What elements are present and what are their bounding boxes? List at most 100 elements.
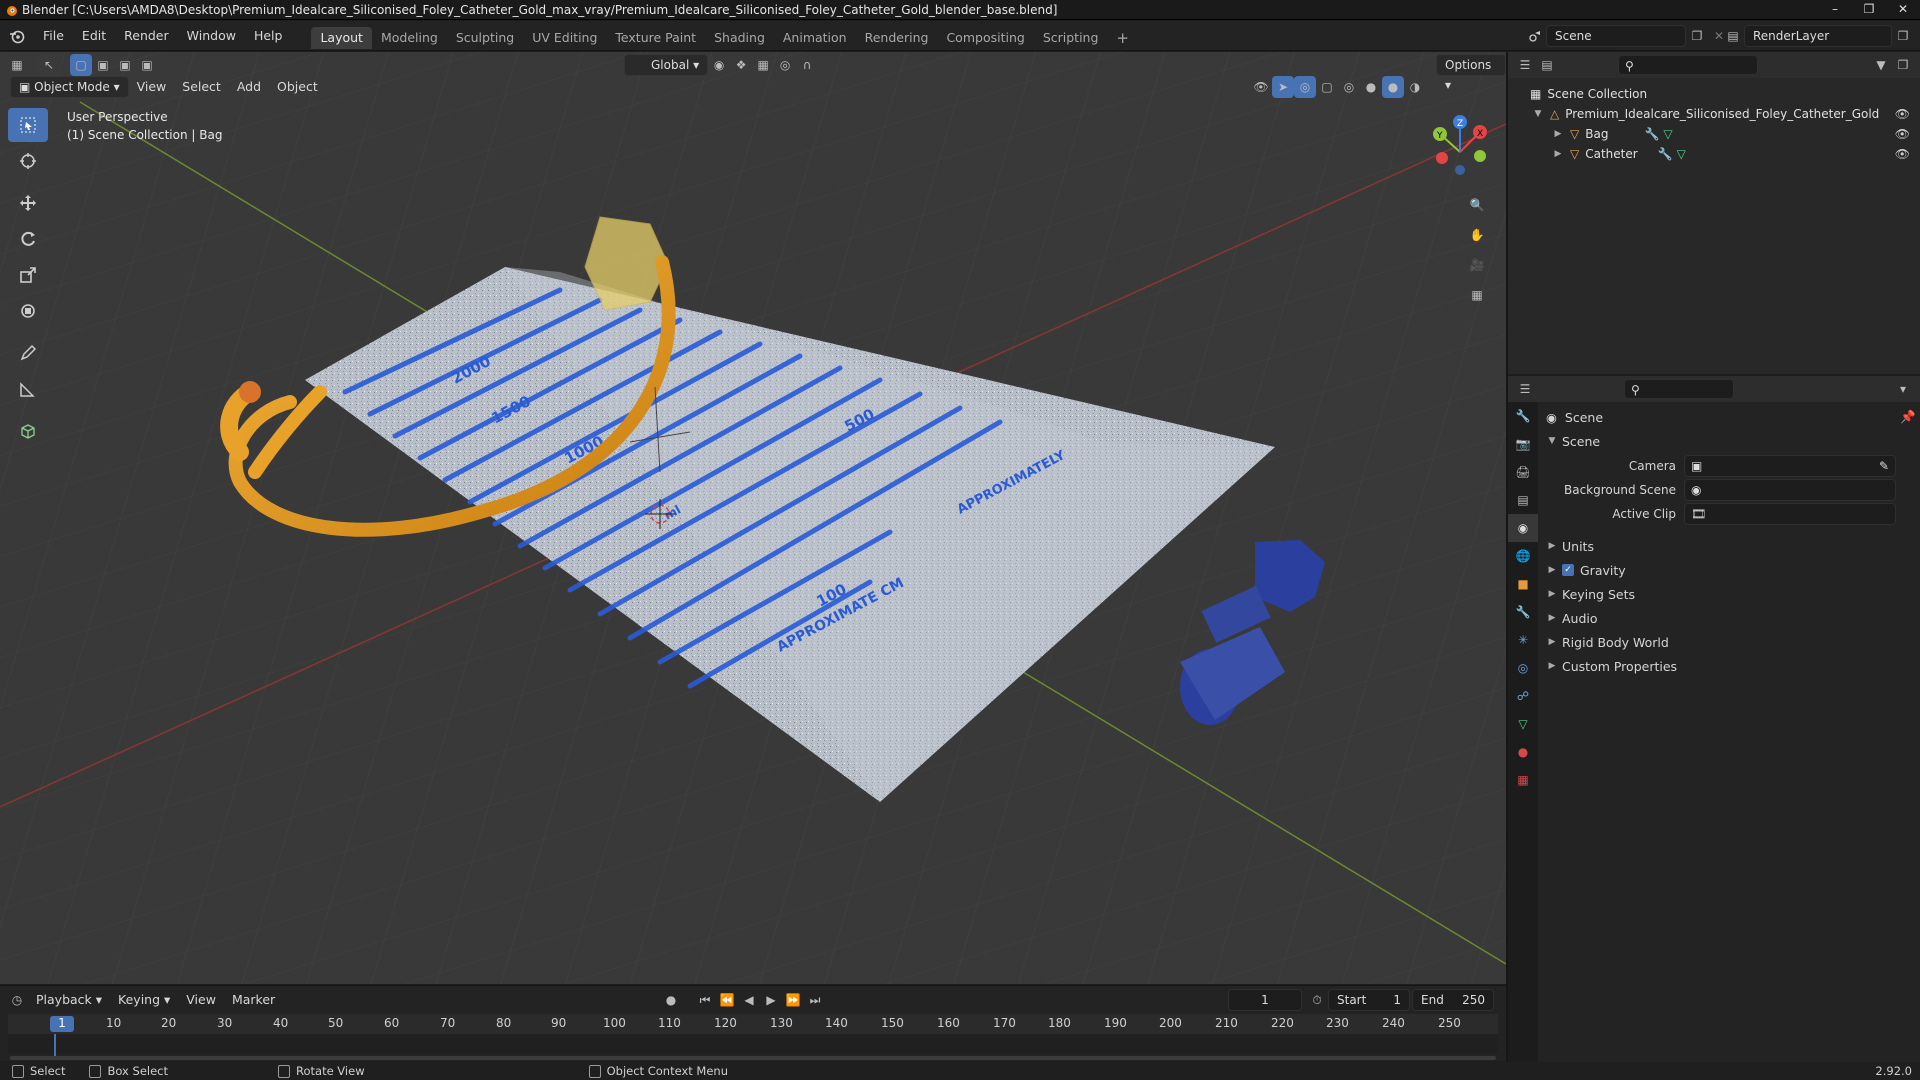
- add-workspace-icon[interactable]: +: [1107, 27, 1138, 49]
- tab-animation[interactable]: Animation: [774, 27, 856, 49]
- audio-panel[interactable]: ▶ Audio: [1546, 607, 1916, 629]
- scale-tool-icon[interactable]: [8, 258, 48, 292]
- render-tab-icon[interactable]: 📷: [1508, 430, 1538, 458]
- navigation-gizmo[interactable]: X Y Z: [1420, 112, 1500, 192]
- physics-tab-icon[interactable]: ◎: [1508, 654, 1538, 682]
- visibility-eye-icon[interactable]: 👁: [1895, 127, 1910, 141]
- tab-uv-editing[interactable]: UV Editing: [523, 27, 606, 49]
- viewport-menu-select[interactable]: Select: [174, 74, 229, 100]
- visibility-eye-icon[interactable]: 👁: [1895, 147, 1910, 161]
- renderlayer-field[interactable]: RenderLayer: [1744, 25, 1892, 47]
- tab-rendering[interactable]: Rendering: [856, 27, 938, 49]
- expand-down-icon[interactable]: ▼: [1532, 109, 1544, 119]
- menu-help[interactable]: Help: [245, 21, 292, 51]
- 3d-viewport[interactable]: 2000 1500 1000 500 100 APPROXIMATE CM AP…: [0, 52, 1506, 984]
- viewport-menu-view[interactable]: View: [129, 74, 175, 100]
- select-box-tool-icon[interactable]: [8, 108, 48, 142]
- scene-tab-icon[interactable]: ◉: [1508, 514, 1538, 542]
- ortho-grid-icon[interactable]: ▦: [1466, 284, 1488, 306]
- menu-file[interactable]: File: [34, 21, 73, 51]
- record-icon[interactable]: ●: [660, 989, 682, 1011]
- mesh-data-icon[interactable]: ▽: [1677, 147, 1686, 161]
- select-mode-subtract-icon[interactable]: ▣: [114, 54, 136, 76]
- viewport-menu-add[interactable]: Add: [229, 74, 269, 100]
- object-tab-icon[interactable]: ■: [1508, 570, 1538, 598]
- visibility-eye-icon[interactable]: 👁: [1895, 107, 1910, 121]
- new-scene-icon[interactable]: ❐: [1686, 25, 1708, 47]
- prev-keyframe-icon[interactable]: ⏪: [716, 989, 738, 1011]
- viewport-scene[interactable]: 2000 1500 1000 500 100 APPROXIMATE CM AP…: [0, 52, 1506, 984]
- move-tool-icon[interactable]: [8, 186, 48, 220]
- transform-tool-icon[interactable]: [8, 294, 48, 328]
- gizmo-toggle-icon[interactable]: ➤: [1272, 76, 1294, 98]
- stopwatch-icon[interactable]: ⏱: [1306, 989, 1328, 1011]
- data-tab-icon[interactable]: ▽: [1508, 710, 1538, 738]
- scene-icon[interactable]: [1524, 25, 1546, 47]
- timeline-scrollbar[interactable]: [10, 1056, 1496, 1060]
- outliner-search-field[interactable]: ⚲: [1618, 55, 1758, 75]
- orientation-dropdown[interactable]: Global ▾: [624, 54, 709, 76]
- tab-sculpting[interactable]: Sculpting: [447, 27, 523, 49]
- view-layer-tab-icon[interactable]: ▤: [1508, 486, 1538, 514]
- eyedropper-icon[interactable]: ✎: [1879, 456, 1889, 476]
- filter-icon[interactable]: ▼: [1870, 54, 1892, 76]
- viewport-menu-object[interactable]: Object: [269, 74, 326, 100]
- tab-compositing[interactable]: Compositing: [937, 27, 1033, 49]
- material-shading-icon[interactable]: ●: [1382, 76, 1404, 98]
- properties-editor-icon[interactable]: ☰: [1514, 378, 1536, 400]
- rotate-tool-icon[interactable]: [8, 222, 48, 256]
- outliner-editor-icon[interactable]: ☰: [1514, 54, 1536, 76]
- outliner-row-catheter-empty[interactable]: ▼ △ Premium_Idealcare_Siliconised_Foley_…: [1508, 104, 1920, 124]
- active-clip-field[interactable]: 🎞: [1684, 503, 1896, 525]
- expand-right-icon[interactable]: ▶: [1552, 129, 1564, 139]
- scene-field[interactable]: Scene: [1546, 25, 1686, 47]
- select-mode-extend-icon[interactable]: ▣: [92, 54, 114, 76]
- menu-window[interactable]: Window: [178, 21, 245, 51]
- pivot-icon[interactable]: ◉: [708, 54, 730, 76]
- maximize-icon[interactable]: ❐: [1852, 0, 1886, 20]
- measure-tool-icon[interactable]: [8, 372, 48, 406]
- outliner-row-catheter[interactable]: ▶ ▽ Catheter 🔧 ▽ 👁: [1508, 144, 1920, 164]
- wireframe-shading-icon[interactable]: ◎: [1338, 76, 1360, 98]
- timeline-menu-playback[interactable]: Playback ▾: [28, 987, 110, 1013]
- new-collection-icon[interactable]: ❐: [1892, 54, 1914, 76]
- play-icon[interactable]: ▶: [760, 989, 782, 1011]
- pan-hand-icon[interactable]: ✋: [1466, 224, 1488, 246]
- modifier-wrench-icon[interactable]: 🔧: [1658, 147, 1673, 161]
- tab-layout[interactable]: Layout: [311, 26, 372, 49]
- remove-layer-icon[interactable]: ✕: [1914, 25, 1920, 47]
- current-frame-indicator[interactable]: 1: [50, 1016, 74, 1032]
- timeline-menu-keying[interactable]: Keying ▾: [110, 987, 178, 1013]
- timeline-menu-marker[interactable]: Marker: [224, 987, 283, 1013]
- modifier-tab-icon[interactable]: 🔧: [1508, 598, 1538, 626]
- scene-panel-header[interactable]: ▼ Scene: [1546, 430, 1916, 452]
- tool-tab-icon[interactable]: 🔧: [1508, 402, 1538, 430]
- tab-scripting[interactable]: Scripting: [1034, 27, 1108, 49]
- properties-options-icon[interactable]: ▾: [1892, 378, 1914, 400]
- timeline-editor-icon[interactable]: ◷: [6, 989, 28, 1011]
- jump-end-icon[interactable]: ⏭: [804, 989, 826, 1011]
- gravity-panel[interactable]: ▶ ✓ Gravity: [1546, 559, 1916, 581]
- select-mode-new-icon[interactable]: ▢: [70, 54, 92, 76]
- material-tab-icon[interactable]: ●: [1508, 738, 1538, 766]
- panel-collapsed-icon[interactable]: ▶: [1546, 541, 1558, 551]
- properties-search-field[interactable]: ⚲: [1624, 379, 1734, 399]
- select-tool-icon[interactable]: ↖: [38, 54, 60, 76]
- world-tab-icon[interactable]: 🌐: [1508, 542, 1538, 570]
- minimize-icon[interactable]: –: [1818, 0, 1852, 20]
- falloff-icon[interactable]: ∩: [796, 54, 818, 76]
- overlay-toggle-icon[interactable]: ◎: [1294, 76, 1316, 98]
- panel-collapsed-icon[interactable]: ▶: [1546, 565, 1558, 575]
- menu-edit[interactable]: Edit: [73, 21, 115, 51]
- close-icon[interactable]: ✕: [1886, 0, 1920, 20]
- keying-sets-panel[interactable]: ▶ Keying Sets: [1546, 583, 1916, 605]
- texture-tab-icon[interactable]: ▦: [1508, 766, 1538, 794]
- visibility-icon[interactable]: 👁: [1250, 76, 1272, 98]
- menu-render[interactable]: Render: [115, 21, 178, 51]
- gravity-checkbox[interactable]: ✓: [1562, 564, 1574, 576]
- tab-texture-paint[interactable]: Texture Paint: [606, 27, 705, 49]
- xray-icon[interactable]: ▢: [1316, 76, 1338, 98]
- tab-shading[interactable]: Shading: [705, 27, 774, 49]
- background-scene-field[interactable]: ◉: [1684, 479, 1896, 501]
- pin-icon[interactable]: 📌: [1900, 409, 1916, 425]
